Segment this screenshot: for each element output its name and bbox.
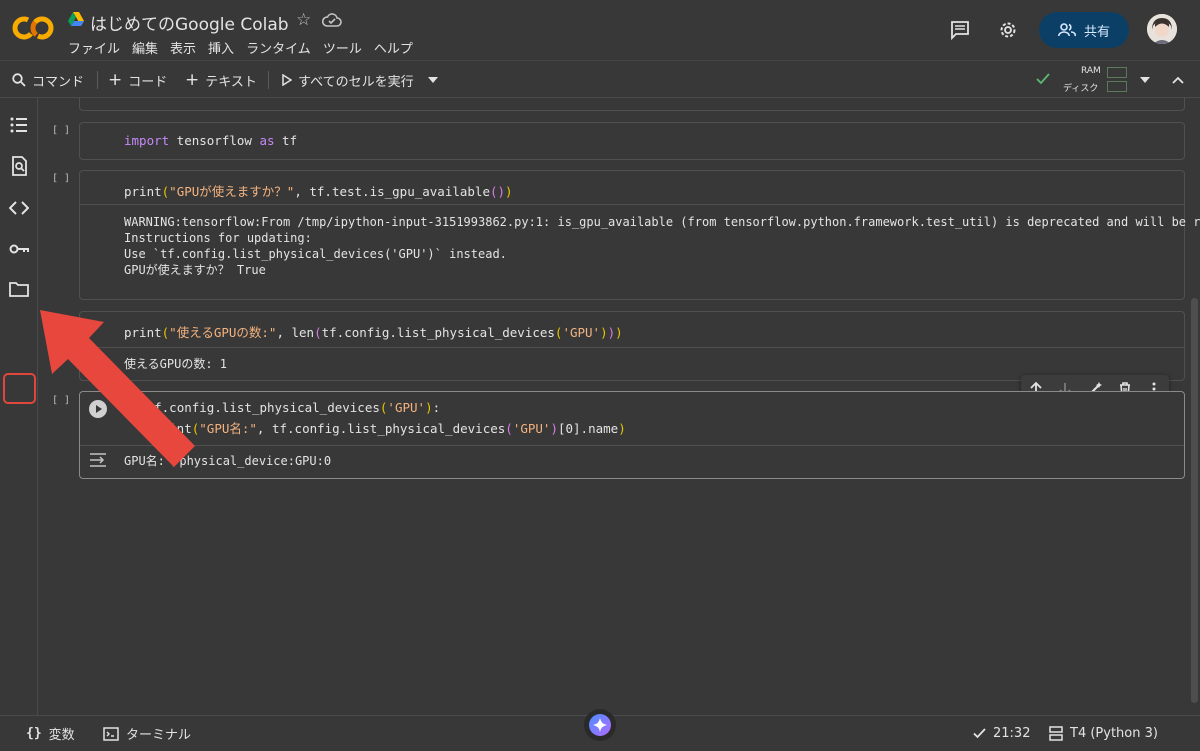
run-cell-icon[interactable] (89, 400, 107, 418)
terminal-button[interactable]: ターミナル (103, 716, 191, 751)
cell-output: GPU名: /physical_device:GPU:0 (124, 454, 332, 468)
folder-icon[interactable] (9, 279, 29, 299)
share-button[interactable]: 共有 (1039, 12, 1129, 48)
terminal-label: ターミナル (126, 728, 192, 743)
notebook-vertical-scrollbar[interactable] (1191, 298, 1198, 703)
code-snippets-icon[interactable] (9, 198, 29, 218)
share-label: 共有 (1083, 24, 1110, 40)
run-options-dropdown[interactable] (428, 61, 438, 99)
code-label: コード (128, 74, 168, 90)
cell-code[interactable]: import tensorflow as tf (124, 133, 297, 148)
colab-logo[interactable] (12, 14, 54, 42)
run-all-label: すべてのセルを実行 (298, 74, 414, 90)
menu-view[interactable]: 表示 (170, 38, 196, 57)
cell-code-line[interactable]: if tf.config.list_physical_devices('GPU'… (124, 400, 440, 415)
menu-runtime[interactable]: ランタイム (246, 38, 311, 57)
command-label: コマンド (32, 74, 85, 90)
runtime-label: T4 (Python 3) (1070, 726, 1158, 741)
disk-label: ディスク (1063, 84, 1099, 94)
files-highlight-box (3, 373, 36, 404)
cell-run-indicator[interactable]: [ ] (52, 125, 70, 136)
connected-check-icon (1036, 73, 1050, 85)
code-cell-active[interactable]: if tf.config.list_physical_devices('GPU'… (79, 391, 1185, 479)
execution-status[interactable]: 21:32 (973, 716, 1030, 751)
code-cell[interactable]: print("GPUが使えますか？", tf.test.is_gpu_avail… (79, 170, 1200, 370)
gear-icon[interactable] (997, 19, 1019, 41)
code-cell[interactable]: print("使えるGPUの数:", len(tf.config.list_ph… (79, 311, 1185, 381)
notebook-toolbar: コマンド + コード + テキスト すべてのセルを実行 (0, 60, 1200, 98)
cloud-saved-icon[interactable] (322, 12, 342, 28)
cell-output: WARNING:tensorflow:From /tmp/ipython-inp… (124, 215, 1200, 277)
run-all-button[interactable]: すべてのセルを実行 (282, 61, 414, 99)
play-outline-icon (282, 74, 292, 86)
resources-dropdown[interactable] (1140, 61, 1150, 99)
cell-code[interactable]: print("GPUが使えますか？", tf.test.is_gpu_avail… (124, 181, 513, 200)
output-divider (80, 445, 1184, 446)
output-divider (80, 347, 1184, 348)
left-sidebar (0, 98, 38, 715)
menu-help[interactable]: ヘルプ (374, 38, 413, 57)
search-icon (12, 73, 26, 87)
key-icon[interactable] (9, 239, 29, 259)
toolbar-divider (97, 71, 98, 89)
plus-icon: + (108, 70, 123, 90)
gemini-sparkle-icon (589, 714, 611, 736)
variables-button[interactable]: {} 変数 (26, 716, 75, 751)
menu-insert[interactable]: 挿入 (208, 38, 234, 57)
variables-label: 変数 (48, 728, 75, 743)
cell-code-line[interactable]: print("GPU名:", tf.config.list_physical_d… (124, 418, 626, 437)
toolbar-divider (268, 71, 269, 89)
notebook-title[interactable]: はじめてのGoogle Colab (90, 10, 289, 35)
collapse-toolbar-button[interactable] (1172, 61, 1184, 99)
caret-down-icon (1140, 77, 1150, 83)
server-icon (1049, 726, 1063, 741)
runtime-status[interactable]: T4 (Python 3) (1049, 716, 1158, 751)
cell-run-indicator[interactable]: [ ] (52, 395, 70, 406)
google-drive-icon (68, 12, 84, 26)
menu-file[interactable]: ファイル (68, 38, 120, 57)
plus-icon: + (185, 70, 200, 90)
add-text-button[interactable]: + テキスト (185, 61, 257, 99)
braces-icon: {} (26, 726, 42, 741)
last-run-time: 21:32 (993, 726, 1031, 741)
output-actions-icon[interactable] (89, 453, 107, 467)
menu-edit[interactable]: 編集 (132, 38, 158, 57)
table-of-contents-icon[interactable] (9, 115, 29, 135)
code-cell[interactable]: import tensorflow as tf (79, 122, 1185, 160)
terminal-icon (103, 726, 119, 741)
gemini-button[interactable] (584, 709, 616, 741)
add-code-button[interactable]: + コード (108, 61, 167, 99)
disk-meter[interactable] (1107, 81, 1127, 92)
caret-down-icon (428, 77, 438, 83)
header: はじめてのGoogle Colab ☆ ファイル 編集 表示 挿入 ランタイム … (0, 0, 1200, 60)
check-icon (973, 728, 986, 739)
people-icon (1057, 23, 1076, 37)
notebook-area: [ ] import tensorflow as tf [ ] print("G… (38, 98, 1200, 715)
star-icon[interactable]: ☆ (296, 10, 311, 30)
chevron-up-icon (1172, 76, 1184, 84)
comment-icon[interactable] (950, 20, 970, 40)
text-label: テキスト (205, 74, 257, 90)
cell-output: 使えるGPUの数: 1 (124, 357, 227, 371)
command-palette-button[interactable]: コマンド (12, 61, 84, 99)
cell-run-indicator[interactable]: [ ] (52, 173, 70, 184)
cell-code[interactable]: print("使えるGPUの数:", len(tf.config.list_ph… (124, 322, 623, 341)
ram-label: RAM (1081, 66, 1101, 76)
menu-bar: ファイル 編集 表示 挿入 ランタイム ツール ヘルプ (68, 38, 413, 57)
find-replace-icon[interactable] (9, 156, 29, 176)
ram-meter[interactable] (1107, 67, 1127, 78)
output-divider (80, 204, 1184, 205)
menu-tools[interactable]: ツール (323, 38, 362, 57)
avatar[interactable] (1147, 14, 1177, 44)
previous-cell[interactable] (79, 98, 1185, 111)
